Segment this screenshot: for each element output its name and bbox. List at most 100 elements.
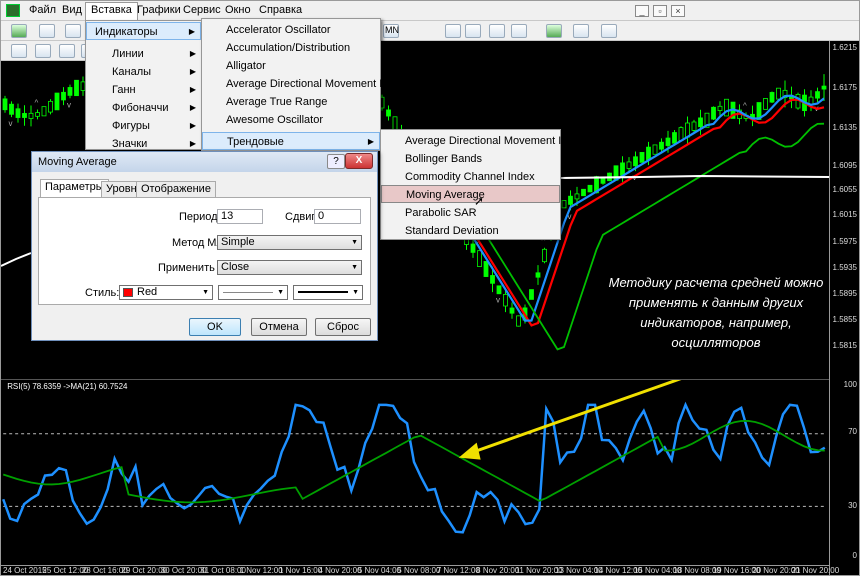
menu-item-parabolic[interactable]: Parabolic SAR <box>381 204 560 222</box>
chart-shift-icon[interactable] <box>511 24 527 38</box>
templates-icon[interactable] <box>601 24 617 38</box>
candle-body <box>678 127 684 141</box>
fractal-arrow: ^ <box>743 101 747 110</box>
menu-item-adx[interactable]: Average Directional Movement Index <box>381 132 585 150</box>
dialog-close-button[interactable]: X <box>345 153 373 169</box>
menu-view[interactable]: Вид <box>62 4 82 16</box>
rsi-level-low-label: 30 <box>848 501 857 510</box>
vertical-line-icon[interactable] <box>59 44 75 58</box>
submenu-arrow-icon: ▶ <box>189 49 196 58</box>
menu-item-shapes[interactable]: Фигуры ▶ <box>86 117 201 135</box>
rsi-subwindow[interactable]: RSI(5) 78.6359 ->MA(21) 60.7524 <box>1 379 829 565</box>
profiles-icon[interactable] <box>39 24 55 38</box>
zoom-in-icon[interactable] <box>445 24 461 38</box>
menu-item-fibonacci[interactable]: Фибоначчи ▶ <box>86 99 201 117</box>
zoom-out-icon[interactable] <box>465 24 481 38</box>
shift-input[interactable]: 0 <box>314 209 361 224</box>
menu-window[interactable]: Окно <box>225 4 251 16</box>
price-label: 1.5935 <box>832 263 857 272</box>
candle-body <box>711 106 716 120</box>
menu-item-trend[interactable]: Трендовые ▶ <box>202 132 380 150</box>
menu-item-lines[interactable]: Линии ▶ <box>86 45 201 63</box>
periods-clock-icon[interactable] <box>573 24 589 38</box>
minimize-button[interactable]: _ <box>635 5 649 17</box>
help-button[interactable]: ? <box>327 154 345 169</box>
app-chart-icon[interactable] <box>6 4 20 17</box>
candle-body <box>717 105 723 111</box>
menu-insert[interactable]: Вставка <box>85 2 138 21</box>
menu-item-cci[interactable]: Commodity Channel Index <box>381 168 560 186</box>
candle-body <box>659 141 664 150</box>
time-label: 21 Nov 20:00 <box>791 566 840 575</box>
menu-item-accumulation[interactable]: Accumulation/Distribution <box>202 39 380 57</box>
window-icon[interactable] <box>65 24 81 38</box>
menu-tools[interactable]: Сервис <box>183 4 221 16</box>
method-select[interactable]: Simple ▼ <box>217 235 362 250</box>
moving-average-dialog: Moving Average ? X Параметры Уровни Отоб… <box>31 151 378 341</box>
menu-item-awesome[interactable]: Awesome Oscillator <box>202 111 380 129</box>
apply-label: Применить к: <box>158 262 226 274</box>
rsi-line <box>2 401 826 534</box>
candle-body <box>574 193 580 200</box>
menu-item-indicators[interactable]: Индикаторы ▶ <box>86 22 201 40</box>
candle-body <box>516 315 521 327</box>
tab-parameters[interactable]: Параметры <box>40 179 109 198</box>
menu-item-moving-average[interactable]: Moving Average ➚ <box>381 185 560 208</box>
menu-file[interactable]: Файл <box>29 4 56 16</box>
candle-body <box>698 117 703 128</box>
period-input[interactable]: 13 <box>217 209 263 224</box>
timeframe-mn-label[interactable]: MN <box>385 25 399 35</box>
price-label: 1.5895 <box>832 289 857 298</box>
fractal-arrow: v <box>9 119 13 128</box>
menu-item-atr[interactable]: Average True Range <box>202 93 380 111</box>
tile-windows-icon[interactable] <box>489 24 505 38</box>
restore-button[interactable]: ▫ <box>653 5 667 17</box>
parameters-panel: Период: 13 Сдвиг: 0 Метод МА: Simple ▼ Пр… <box>38 197 371 305</box>
menu-item-accelerator[interactable]: Accelerator Oscillator <box>202 21 380 39</box>
time-label: 24 Oct 2015 <box>3 566 47 575</box>
cancel-button[interactable]: Отмена <box>251 318 307 336</box>
tab-display[interactable]: Отображение <box>136 181 216 198</box>
line-width-select[interactable]: ▼ <box>293 285 363 300</box>
apply-select[interactable]: Close ▼ <box>217 260 362 275</box>
submenu-arrow-icon: ▶ <box>188 27 195 36</box>
candle-body <box>763 98 768 110</box>
close-window-button[interactable]: × <box>671 5 685 17</box>
crosshair-icon[interactable] <box>35 44 51 58</box>
line-style-preview <box>223 292 273 293</box>
ok-button[interactable]: OK <box>189 318 241 336</box>
rsi-scale-bottom: 0 <box>852 551 857 560</box>
style-color-select[interactable]: Red ▼ <box>119 285 213 300</box>
line-width-preview <box>298 291 348 293</box>
indicators-icon[interactable] <box>546 24 562 38</box>
time-label: 5 Nov 04:00 <box>357 566 401 575</box>
reset-button[interactable]: Сброс <box>315 318 371 336</box>
menu-item-stddev[interactable]: Standard Deviation <box>381 222 560 240</box>
line-style-select[interactable]: ▼ <box>218 285 288 300</box>
rsi-label: RSI(5) 78.6359 ->MA(21) 60.7524 <box>7 382 128 391</box>
candle-body <box>48 100 53 113</box>
menu-item-admi[interactable]: Average Directional Movement Index <box>202 75 406 93</box>
candle-body <box>535 272 541 278</box>
menu-help[interactable]: Справка <box>259 4 302 16</box>
new-chart-icon[interactable] <box>11 24 27 38</box>
submenu-arrow-icon: ▶ <box>189 103 196 112</box>
rsi-level-high-label: 70 <box>848 427 857 436</box>
style-color-name: Red <box>137 286 158 298</box>
method-value: Simple <box>221 236 255 248</box>
candle-body <box>15 108 21 118</box>
menu-item-channels[interactable]: Каналы ▶ <box>86 63 201 81</box>
menu-bar: Файл Вид Вставка Графики Сервис Окно Спр… <box>1 1 859 21</box>
rsi-scale-top: 100 <box>843 380 857 389</box>
menu-item-bollinger[interactable]: Bollinger Bands <box>381 150 560 168</box>
time-label: 7 Nov 12:00 <box>436 566 480 575</box>
candle-body <box>646 146 651 161</box>
candle-body <box>41 106 47 117</box>
fractal-arrow: ^ <box>35 99 39 108</box>
menu-item-alligator[interactable]: Alligator <box>202 57 380 75</box>
menu-charts[interactable]: Графики <box>137 4 181 16</box>
chevron-down-icon: ▼ <box>351 239 358 246</box>
menu-item-gann[interactable]: Ганн ▶ <box>86 81 201 99</box>
cursor-icon[interactable] <box>11 44 27 58</box>
candle-body <box>28 112 34 119</box>
